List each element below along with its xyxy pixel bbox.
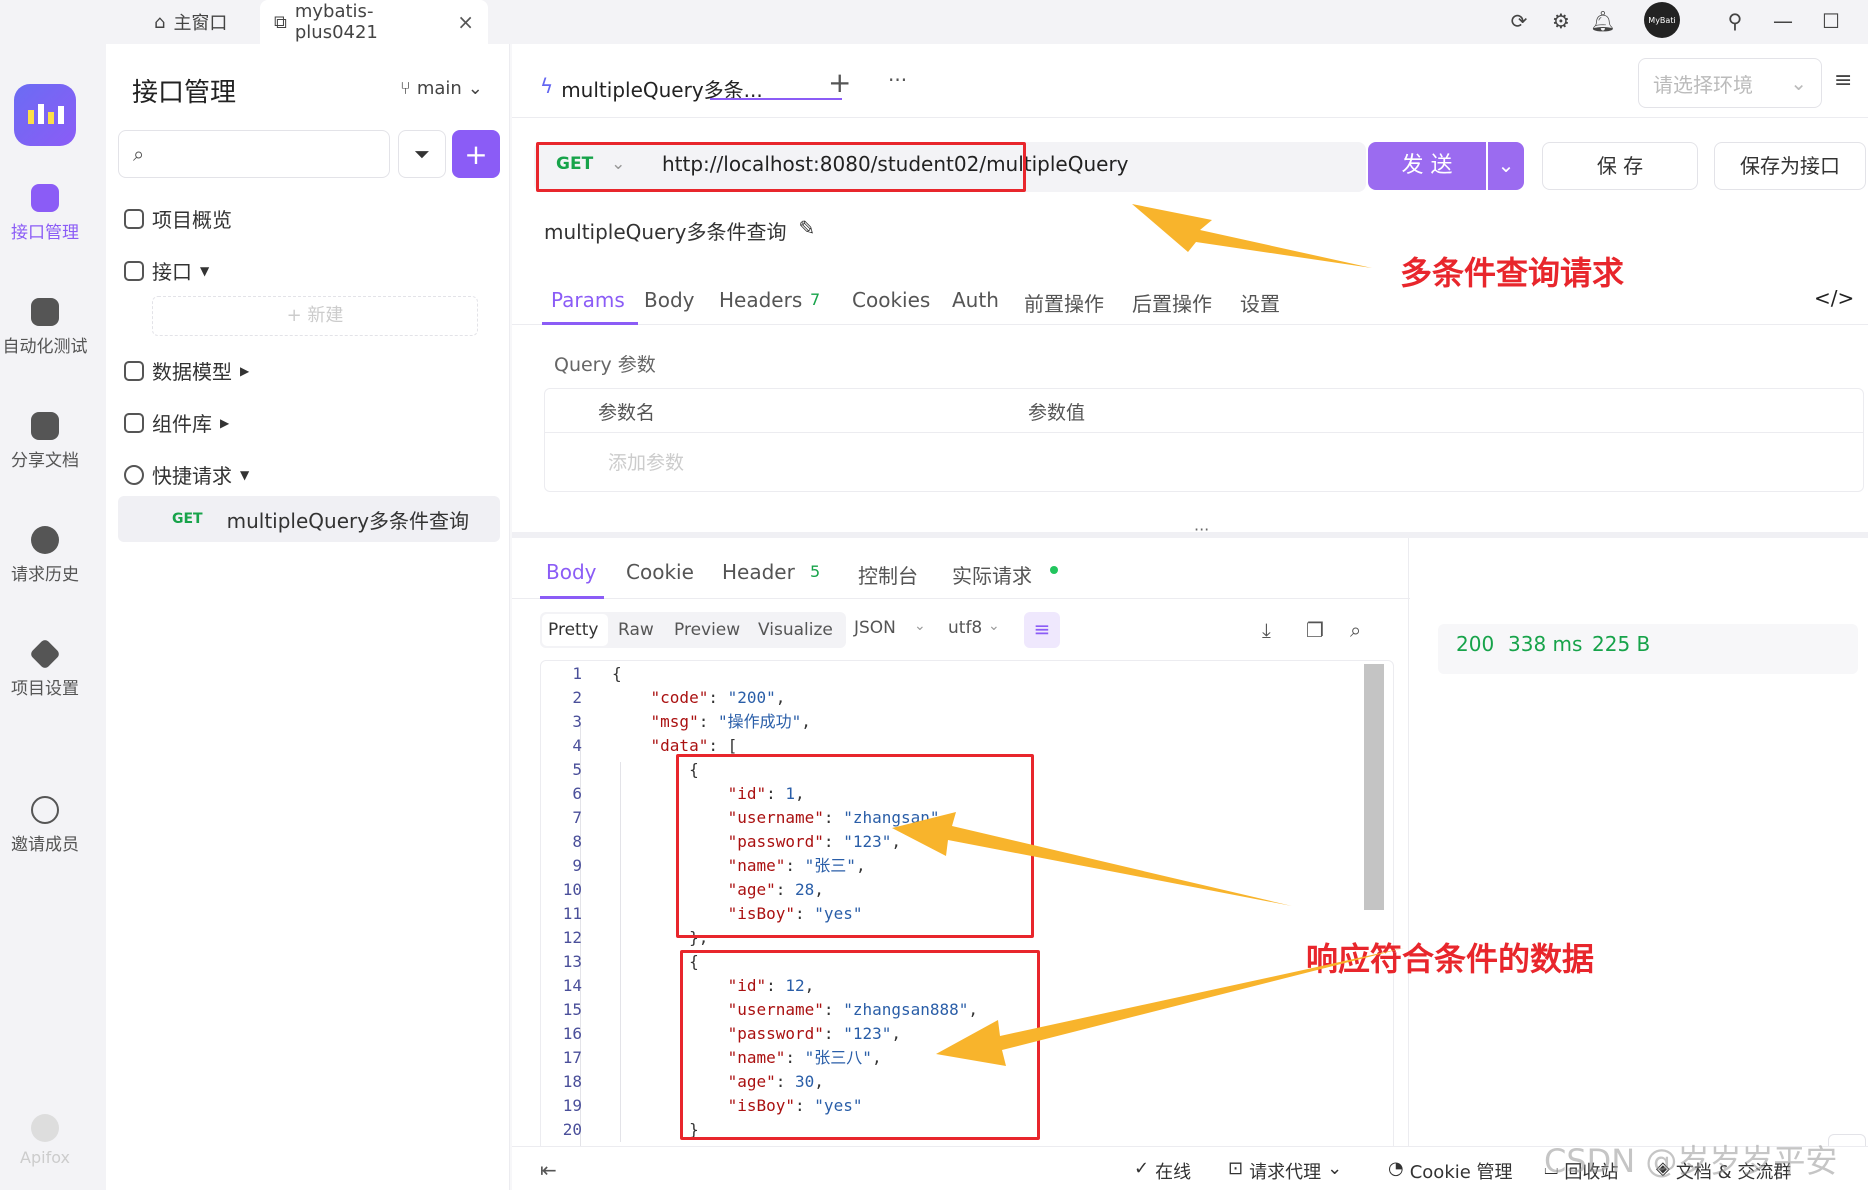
tree-models[interactable]: 数据模型 ▶ [124, 356, 249, 385]
filter-button[interactable]: ⏷ [398, 130, 446, 178]
user-plus-icon [31, 796, 59, 824]
main-area: ϟ multipleQuery多条... + ··· 请选择环境 ⌄ ≡ GET… [512, 44, 1868, 1190]
rail-share-docs[interactable]: 分享文档 [0, 412, 90, 471]
title-bar: ⌂ 主窗口 ⧉ mybatis-plus0421 × ⟳ ⚙ 🔔︎ MyBati… [0, 0, 1868, 44]
online-status[interactable]: ✓ 在线 [1134, 1158, 1191, 1184]
collapse-sidebar-icon[interactable]: ⇤ [540, 1158, 557, 1182]
tree-request-selected[interactable]: GET multipleQuery多条件查询 [118, 496, 500, 542]
search-icon: ⌕ [133, 142, 145, 166]
rail-project-settings[interactable]: 项目设置 [0, 638, 90, 699]
plus-icon: + [464, 137, 488, 171]
app-logo [14, 84, 76, 146]
chevron-down-icon: ⌄ [467, 78, 483, 99]
arrow-to-record-1 [892, 812, 1292, 906]
settings-icon[interactable]: ⚙ [1546, 6, 1576, 36]
left-rail: 接口管理 自动化测试 分享文档 请求历史 项目设置 邀请成员 Apifox [0, 44, 106, 1190]
caret-down-icon: ▼ [240, 467, 250, 482]
proxy-menu[interactable]: ⊡ 请求代理 ⌄ [1228, 1158, 1342, 1184]
rail-invite[interactable]: 邀请成员 [0, 796, 90, 855]
book-icon [31, 412, 59, 440]
tree-overview[interactable]: 项目概览 [124, 204, 232, 233]
arrow-to-record-2 [936, 948, 1404, 1066]
rail-history[interactable]: 请求历史 [0, 526, 90, 585]
bolt-icon [124, 464, 144, 485]
footer-brand: Apifox [0, 1114, 90, 1167]
minimize-icon[interactable]: — [1768, 6, 1798, 36]
chevron-down-icon: ⌄ [1327, 1158, 1343, 1179]
refresh-icon[interactable]: ⟳ [1504, 6, 1534, 36]
new-api-button[interactable]: + 新建 [152, 296, 478, 336]
apifox-logo-icon [31, 1114, 59, 1142]
external-link-icon: ⧉ [274, 11, 287, 33]
tree-components[interactable]: 组件库 ▶ [124, 408, 229, 437]
caret-right-icon: ▶ [220, 415, 230, 430]
tree-quick-requests[interactable]: 快捷请求 ▼ [124, 460, 249, 489]
arrow-to-url [1132, 204, 1372, 268]
api-icon [31, 184, 59, 212]
check-circle-icon: ✓ [1134, 1158, 1150, 1179]
caret-right-icon: ▶ [240, 363, 250, 378]
tree-api[interactable]: 接口 ▼ [124, 256, 209, 285]
bell-icon[interactable]: 🔔︎ [1588, 6, 1618, 36]
maximize-icon[interactable]: ☐ [1816, 6, 1846, 36]
api-tree-panel: 接口管理 ⑂ main ⌄ ⌕ ⏷ + 项目概览 接口 ▼ + 新建 数据模型 … [106, 44, 510, 1190]
request-name: multipleQuery多条件查询 [226, 508, 470, 533]
hexagon-icon [29, 638, 61, 670]
avatar[interactable]: MyBati [1644, 2, 1680, 38]
database-icon [31, 298, 59, 326]
cube-icon [124, 360, 144, 381]
caret-down-icon: ▼ [200, 263, 210, 278]
filter-icon: ⏷ [414, 142, 430, 166]
home-tab[interactable]: ⌂ 主窗口 [140, 0, 241, 44]
home-icon: ⌂ [154, 11, 166, 33]
layers-icon [124, 412, 144, 433]
add-button[interactable]: + [452, 130, 500, 178]
api-folder-icon [124, 260, 144, 281]
cookie-icon: ◔ [1388, 1158, 1404, 1179]
rail-auto-test[interactable]: 自动化测试 [0, 298, 90, 357]
branch-selector[interactable]: ⑂ main ⌄ [400, 78, 483, 99]
clock-icon [31, 526, 59, 554]
rail-api-management[interactable]: 接口管理 [0, 184, 90, 243]
overview-icon [124, 208, 144, 229]
close-tab-icon[interactable]: × [457, 10, 474, 34]
branch-icon: ⑂ [400, 78, 411, 99]
cookie-manager[interactable]: ◔ Cookie 管理 [1388, 1158, 1513, 1184]
pin-icon[interactable]: ⚲ [1720, 6, 1750, 36]
annotation-arrows [892, 204, 1404, 1066]
project-tab[interactable]: ⧉ mybatis-plus0421 × [260, 0, 488, 44]
network-icon: ⊡ [1228, 1158, 1244, 1179]
method-badge: GET [172, 511, 203, 527]
search-input[interactable]: ⌕ [118, 130, 390, 178]
watermark: CSDN @岁岁岁平安 [1544, 1142, 1838, 1180]
panel-title: 接口管理 [132, 78, 237, 108]
